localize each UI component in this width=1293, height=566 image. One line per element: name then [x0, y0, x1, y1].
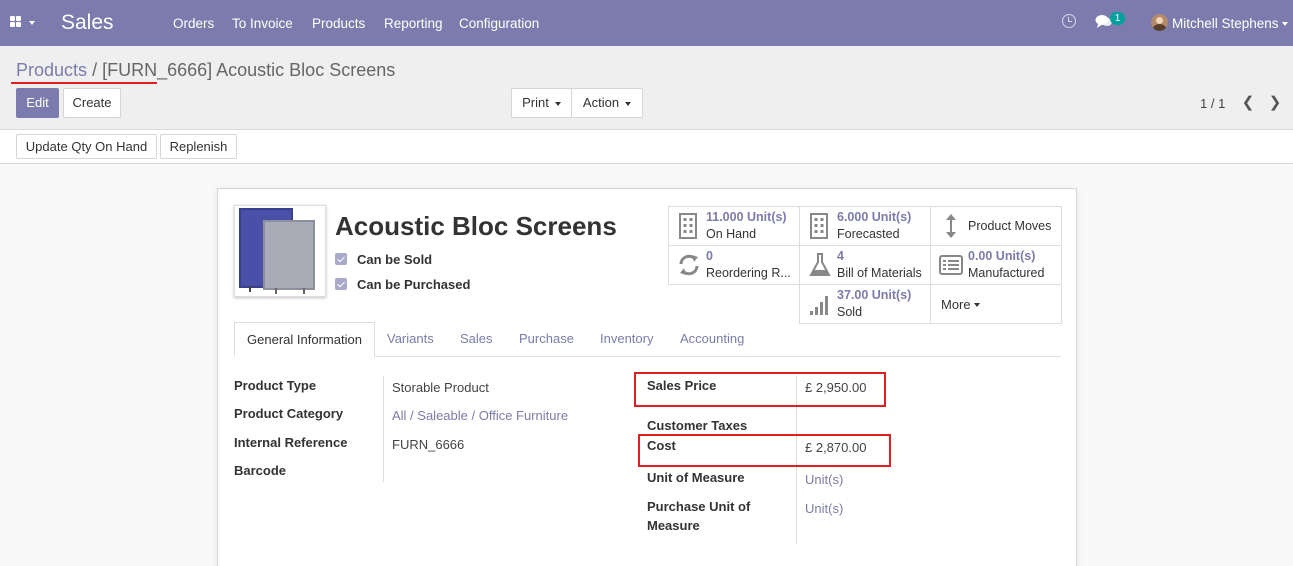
top-navbar: Sales Orders To Invoice Products Reporti…: [0, 0, 1293, 46]
purchase-uom-label-line2: Measure: [647, 518, 700, 533]
forecasted-value: 6.000 Unit(s): [837, 210, 912, 224]
flask-icon: [809, 253, 831, 276]
building-icon: [810, 213, 828, 239]
can-be-purchased-checkbox[interactable]: [335, 278, 347, 290]
user-avatar[interactable]: [1151, 14, 1168, 31]
left-group-separator: [383, 376, 384, 482]
sold-smart-button[interactable]: 37.00 Unit(s) Sold: [799, 284, 931, 324]
signal-bars-icon: [810, 296, 828, 315]
manufactured-smart-button[interactable]: 0.00 Unit(s) Manufactured: [930, 245, 1062, 285]
product-moves-label: Product Moves: [968, 219, 1052, 233]
tab-accounting[interactable]: Accounting: [680, 331, 744, 346]
caret-down-icon: [973, 303, 980, 307]
menu-to-invoice[interactable]: To Invoice: [232, 16, 293, 31]
sold-value: 37.00 Unit(s): [837, 288, 912, 302]
action-label: Action: [582, 95, 620, 110]
reordering-value: 0: [706, 249, 713, 263]
manufactured-value: 0.00 Unit(s): [968, 249, 1036, 263]
pager-value[interactable]: 1 / 1: [1200, 96, 1225, 111]
reordering-label: Reordering R...: [706, 266, 791, 280]
product-name[interactable]: Acoustic Bloc Screens: [335, 211, 617, 242]
can-be-purchased-label: Can be Purchased: [357, 277, 471, 292]
tab-purchase[interactable]: Purchase: [519, 331, 574, 346]
purchase-uom-link[interactable]: Unit(s): [805, 501, 843, 516]
sales-price-highlight-box: [634, 372, 886, 407]
unit-of-measure-link[interactable]: Unit(s): [805, 472, 843, 487]
action-dropdown[interactable]: Action: [571, 88, 643, 118]
bom-value: 4: [837, 249, 844, 263]
replenish-button[interactable]: Replenish: [160, 134, 237, 159]
product-image[interactable]: [234, 205, 326, 297]
print-dropdown[interactable]: Print: [511, 88, 572, 118]
unit-of-measure-label: Unit of Measure: [647, 470, 745, 485]
forecasted-smart-button[interactable]: 6.000 Unit(s) Forecasted: [799, 206, 931, 246]
app-name[interactable]: Sales: [61, 11, 114, 35]
acoustic-screen-image: [239, 208, 315, 294]
chevron-down-icon[interactable]: [1282, 22, 1288, 26]
can-be-sold-label: Can be Sold: [357, 252, 433, 267]
update-qty-on-hand-button[interactable]: Update Qty On Hand: [16, 134, 157, 159]
can-be-sold-checkbox[interactable]: [335, 253, 347, 265]
refresh-icon: [679, 254, 699, 276]
product-category-label: Product Category: [234, 406, 344, 421]
on-hand-label: On Hand: [706, 227, 757, 241]
breadcrumb-current: [FURN_6666] Acoustic Bloc Screens: [102, 60, 396, 80]
form-sheet: Acoustic Bloc Screens Can be Sold Can be…: [217, 188, 1077, 566]
more-dropdown[interactable]: More: [930, 284, 1062, 324]
sold-label: Sold: [837, 305, 863, 319]
menu-products[interactable]: Products: [312, 16, 365, 31]
menu-configuration[interactable]: Configuration: [459, 16, 539, 31]
breadcrumb-separator: /: [92, 60, 98, 80]
product-moves-smart-button[interactable]: Product Moves: [930, 206, 1062, 246]
barcode-label: Barcode: [234, 463, 287, 478]
more-label: More: [941, 297, 980, 312]
pager-next-icon[interactable]: ❯: [1264, 92, 1286, 114]
form-statusbar: Update Qty On Hand Replenish: [0, 130, 1293, 164]
menu-orders[interactable]: Orders: [173, 16, 214, 31]
control-panel: Products / [FURN_6666] Acoustic Bloc Scr…: [0, 46, 1293, 130]
internal-reference-value[interactable]: FURN_6666: [392, 437, 464, 452]
tab-inventory[interactable]: Inventory: [600, 331, 653, 346]
forecasted-label: Forecasted: [837, 227, 900, 241]
bill-of-materials-smart-button[interactable]: 4 Bill of Materials: [799, 245, 931, 285]
product-type-label: Product Type: [234, 378, 317, 393]
create-button[interactable]: Create: [63, 88, 121, 118]
tab-general-information[interactable]: General Information: [234, 322, 375, 357]
edit-button[interactable]: Edit: [16, 88, 59, 118]
tab-variants[interactable]: Variants: [387, 331, 434, 346]
customer-taxes-label: Customer Taxes: [647, 418, 748, 433]
internal-reference-label: Internal Reference: [234, 435, 348, 450]
tab-sales[interactable]: Sales: [460, 331, 493, 346]
bom-label: Bill of Materials: [837, 266, 922, 280]
purchase-uom-label-line1: Purchase Unit of: [647, 499, 751, 514]
product-type-value[interactable]: Storable Product: [392, 380, 489, 395]
breadcrumb: Products / [FURN_6666] Acoustic Bloc Scr…: [16, 60, 395, 81]
list-alt-icon: [939, 255, 963, 275]
breadcrumb-annotation-underline: [11, 82, 157, 84]
on-hand-value: 11.000 Unit(s): [706, 210, 787, 224]
pager-previous-icon[interactable]: ❮: [1237, 92, 1259, 114]
manufactured-label: Manufactured: [968, 266, 1045, 280]
activity-clock-icon[interactable]: [1062, 14, 1076, 28]
on-hand-smart-button[interactable]: 11.000 Unit(s) On Hand: [668, 206, 800, 246]
breadcrumb-products-link[interactable]: Products: [16, 60, 87, 80]
message-count-badge: 1: [1110, 12, 1125, 25]
reordering-rules-smart-button[interactable]: 0 Reordering R...: [668, 245, 800, 285]
user-name[interactable]: Mitchell Stephens: [1172, 16, 1279, 31]
menu-reporting[interactable]: Reporting: [384, 16, 443, 31]
print-label: Print: [522, 95, 549, 110]
caret-down-icon: [554, 101, 561, 106]
cost-highlight-box: [638, 434, 891, 467]
vertical-arrows-icon: [946, 214, 956, 238]
apps-menu-icon[interactable]: [10, 14, 40, 32]
product-category-link[interactable]: All / Saleable / Office Furniture: [392, 408, 568, 423]
caret-down-icon: [625, 101, 632, 106]
building-icon: [679, 213, 697, 239]
